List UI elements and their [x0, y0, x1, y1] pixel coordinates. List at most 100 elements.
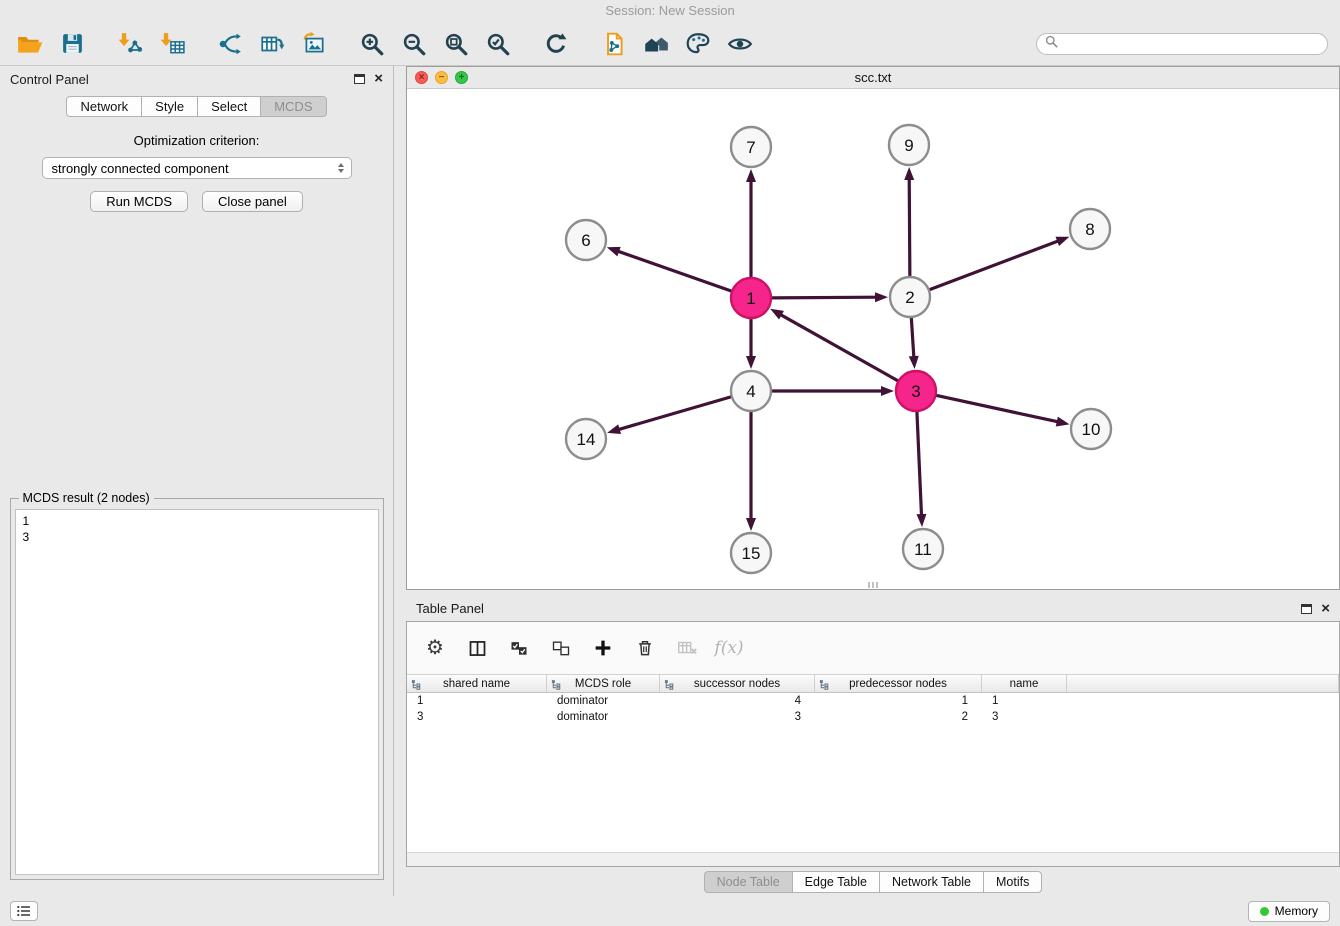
column-type-icon [551, 679, 562, 693]
show-columns-icon[interactable] [465, 636, 489, 660]
graph-node-label: 1 [746, 289, 755, 308]
graph-edge-arrowhead [746, 518, 756, 531]
graph-edge-2-9[interactable] [909, 178, 910, 276]
graph-edge-arrowhead [881, 386, 894, 396]
import-table-from-file-icon[interactable] [154, 27, 190, 61]
node-table-rows: 1dominator4113dominator323 [407, 693, 1339, 852]
create-column-plus-icon[interactable] [591, 636, 615, 660]
import-network-from-file-icon[interactable] [112, 27, 148, 61]
show-hide-eye-icon[interactable] [722, 27, 758, 61]
right-column: × − + scc.txt 7968124314101511 Table Pan… [394, 66, 1340, 896]
graph-node-label: 14 [577, 430, 596, 449]
graph-edge-1-6[interactable] [617, 251, 731, 291]
graph-edge-arrowhead [904, 167, 914, 180]
zoom-in-icon[interactable] [354, 27, 390, 61]
window-close-icon[interactable]: × [415, 71, 428, 84]
task-history-list-icon[interactable] [10, 901, 38, 921]
run-mcds-button[interactable]: Run MCDS [90, 191, 188, 212]
tab-edge-table[interactable]: Edge Table [792, 871, 880, 893]
column-header-successor-nodes[interactable]: successor nodes [660, 675, 815, 692]
zoom-fit-icon[interactable] [438, 27, 474, 61]
export-image-icon[interactable] [296, 27, 332, 61]
close-panel-icon[interactable]: × [374, 73, 383, 85]
open-file-icon[interactable] [12, 27, 48, 61]
table-cell-filler [1067, 693, 1339, 709]
graph-node-label: 6 [581, 231, 590, 250]
close-panel-button[interactable]: Close panel [202, 191, 303, 212]
graph-node-label: 2 [905, 288, 914, 307]
criterion-selected-value: strongly connected component [52, 161, 229, 176]
new-network-from-selection-icon[interactable] [212, 27, 248, 61]
mcds-panel: Optimization criterion: strongly connect… [0, 117, 393, 896]
graph-node-label: 4 [746, 382, 755, 401]
memory-status-icon [1260, 907, 1269, 916]
table-horizontal-scrollbar[interactable] [407, 852, 1339, 866]
zoom-out-icon[interactable] [396, 27, 432, 61]
graph-edge-3-10[interactable] [937, 395, 1059, 422]
network-file-share-icon[interactable] [596, 27, 632, 61]
network-canvas[interactable]: 7968124314101511 [407, 89, 1339, 589]
style-brush-icon[interactable] [680, 27, 716, 61]
graph-edge-3-1[interactable] [780, 314, 898, 380]
column-header-name[interactable]: name [982, 675, 1067, 692]
memory-label: Memory [1275, 904, 1318, 918]
control-panel: Control Panel × Network Style Select MCD… [0, 66, 394, 896]
tab-select[interactable]: Select [197, 96, 261, 117]
memory-button[interactable]: Memory [1248, 901, 1330, 922]
table-row[interactable]: 1dominator411 [407, 693, 1339, 709]
graph-node-label: 9 [904, 136, 913, 155]
tab-node-table[interactable]: Node Table [704, 871, 793, 893]
new-table-from-network-icon[interactable] [254, 27, 290, 61]
graph-edge-2-8[interactable] [930, 241, 1059, 290]
close-table-panel-icon[interactable]: × [1321, 603, 1330, 615]
graph-node-label: 7 [746, 138, 755, 157]
column-header-mcds-role[interactable]: MCDS role [547, 675, 660, 692]
network-window-titlebar: × − + scc.txt [407, 67, 1339, 89]
tab-network-table[interactable]: Network Table [879, 871, 984, 893]
column-header-filler [1067, 675, 1339, 692]
network-window-title: scc.txt [407, 70, 1339, 85]
delete-table-icon[interactable] [675, 636, 699, 660]
tab-network[interactable]: Network [66, 96, 142, 117]
main-area: Control Panel × Network Style Select MCD… [0, 66, 1340, 896]
float-panel-icon[interactable] [354, 74, 365, 84]
delete-column-trash-icon[interactable] [633, 636, 657, 660]
graph-edge-arrowhead [916, 514, 926, 527]
graph-node-label: 8 [1085, 220, 1094, 239]
function-builder-icon[interactable]: f(x) [717, 636, 741, 660]
select-all-columns-icon[interactable] [507, 636, 531, 660]
table-cell: 4 [660, 693, 815, 709]
result-line: 1 [23, 513, 371, 529]
network-window: × − + scc.txt 7968124314101511 [406, 66, 1340, 590]
home-icon[interactable] [638, 27, 674, 61]
column-header-predecessor-nodes[interactable]: predecessor nodes [815, 675, 982, 692]
graph-edge-3-11[interactable] [917, 412, 922, 516]
graph-edge-arrowhead [607, 247, 621, 256]
search-box[interactable] [1036, 33, 1328, 55]
unselect-all-columns-icon[interactable] [549, 636, 573, 660]
table-cell-filler [1067, 709, 1339, 725]
mcds-result-groupbox: MCDS result (2 nodes) 13 [10, 498, 384, 880]
criterion-select[interactable]: strongly connected component [42, 157, 352, 179]
window-minimize-icon[interactable]: − [435, 71, 448, 84]
table-row[interactable]: 3dominator323 [407, 709, 1339, 725]
column-header-shared-name[interactable]: shared name [407, 675, 547, 692]
graph-edge-1-2[interactable] [772, 297, 877, 298]
window-zoom-icon[interactable]: + [455, 71, 468, 84]
table-cell: 1 [982, 693, 1067, 709]
tab-style[interactable]: Style [141, 96, 198, 117]
table-settings-gear-icon[interactable]: ⚙ [423, 636, 447, 660]
graph-edge-arrowhead [607, 424, 621, 434]
tab-motifs[interactable]: Motifs [983, 871, 1042, 893]
tab-mcds[interactable]: MCDS [260, 96, 326, 117]
graph-edge-arrowhead [909, 356, 919, 369]
save-session-icon[interactable] [54, 27, 90, 61]
resize-handle[interactable] [868, 582, 878, 588]
graph-edge-4-14[interactable] [618, 397, 731, 430]
zoom-selected-icon[interactable] [480, 27, 516, 61]
search-input[interactable] [1064, 36, 1319, 51]
apply-preferred-layout-icon[interactable] [538, 27, 574, 61]
float-table-panel-icon[interactable] [1301, 604, 1312, 614]
table-cell: 1 [815, 693, 982, 709]
graph-edge-2-3[interactable] [911, 318, 914, 358]
